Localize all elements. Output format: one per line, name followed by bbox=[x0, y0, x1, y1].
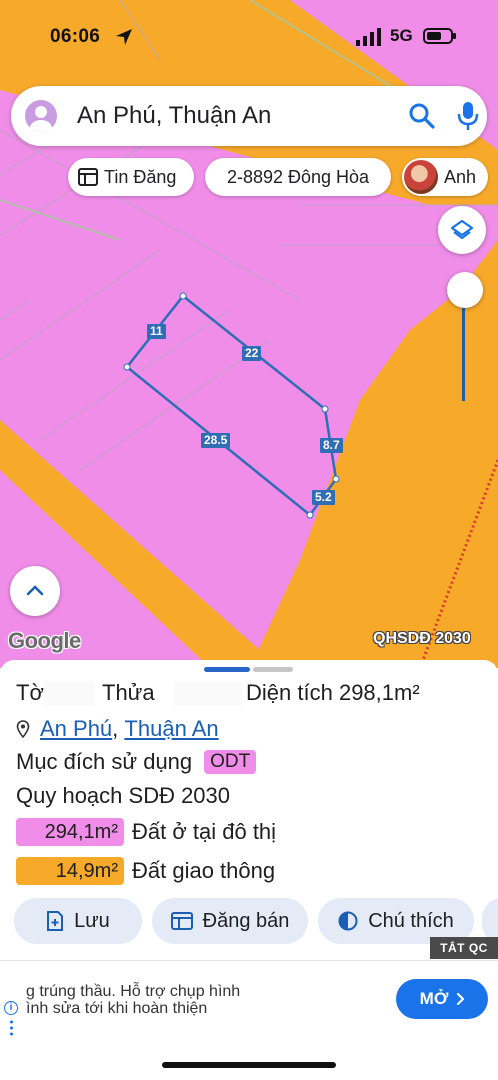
layers-button[interactable] bbox=[438, 206, 486, 254]
plan-item: 294,1m² Đất ở tại đô thị bbox=[16, 818, 276, 846]
ad-menu-icon[interactable] bbox=[10, 1019, 13, 1037]
contrast-icon bbox=[338, 911, 358, 931]
plot-label: Thửa bbox=[102, 680, 155, 705]
search-icon[interactable] bbox=[408, 102, 436, 130]
status-time: 06:06 bbox=[50, 26, 101, 47]
layers-icon bbox=[450, 219, 474, 240]
chevron-up-icon bbox=[26, 585, 44, 596]
bookmark-add-icon bbox=[47, 911, 64, 931]
sheet-page-indicator-active[interactable] bbox=[204, 667, 250, 672]
location-row: An Phú , Thuận An bbox=[16, 716, 219, 742]
dimension-label: 8.7 bbox=[320, 438, 343, 453]
plan-item-label: Đất ở tại đô thị bbox=[132, 819, 277, 844]
plot-number-redacted bbox=[174, 682, 242, 706]
sheet-number-redacted bbox=[44, 682, 94, 706]
map-layer-label: QHSDĐ 2030 bbox=[373, 630, 471, 647]
listings-chip-label: Tin Đăng bbox=[104, 166, 177, 187]
district-link[interactable]: Thuận An bbox=[124, 716, 218, 742]
ward-link[interactable]: An Phú bbox=[40, 716, 112, 742]
opacity-slider-track[interactable] bbox=[462, 295, 465, 401]
listing-icon bbox=[170, 912, 193, 930]
ad-banner[interactable]: i g trúng thầu. Hỗ trợ chụp hình ình sửa… bbox=[0, 960, 498, 1036]
opacity-slider-handle[interactable] bbox=[447, 272, 483, 308]
parcel-chip-label: 2-8892 Đông Hòa bbox=[226, 166, 370, 187]
land-use-row: Mục đích sử dụng ODT bbox=[16, 749, 257, 775]
ad-open-button[interactable]: MỞ bbox=[396, 979, 488, 1019]
post-for-sale-label: Đăng bán bbox=[202, 909, 290, 932]
ad-open-label: MỞ bbox=[419, 989, 449, 1008]
parcel-summary-row: Tờ Thửa Diện tích 298,1m² bbox=[16, 680, 486, 708]
area-label: Diện tích bbox=[246, 680, 333, 705]
network-type: 5G bbox=[390, 26, 413, 45]
ad-info-icon[interactable]: i bbox=[4, 1001, 18, 1015]
search-bar[interactable]: An Phú, Thuận An bbox=[11, 86, 487, 146]
dimension-label: 22 bbox=[242, 346, 262, 361]
legend-button-label: Chú thích bbox=[368, 909, 454, 932]
listings-chip[interactable]: Tin Đăng bbox=[68, 158, 194, 196]
listing-icon bbox=[78, 168, 98, 186]
hide-ads-button[interactable]: TẮT QC bbox=[430, 937, 498, 959]
save-button[interactable]: Lưu bbox=[14, 898, 142, 944]
plan-item-label: Đất giao thông bbox=[132, 858, 276, 883]
location-separator: , bbox=[112, 716, 119, 741]
ad-text-line-2: ình sửa tới khi hoàn thiện bbox=[26, 1000, 208, 1017]
ad-text-line-1: g trúng thầu. Hỗ trợ chụp hình bbox=[26, 983, 241, 1000]
save-button-label: Lưu bbox=[74, 909, 110, 932]
chevron-right-icon bbox=[457, 993, 465, 1005]
dimension-label: 11 bbox=[147, 324, 166, 339]
sheet-label: Tờ bbox=[16, 680, 44, 705]
user-chip-label: Anh bbox=[444, 166, 477, 187]
account-avatar-icon[interactable] bbox=[25, 100, 57, 132]
expand-sheet-button[interactable] bbox=[10, 566, 60, 616]
google-logo: Google bbox=[8, 628, 81, 653]
search-input[interactable]: An Phú, Thuận An bbox=[77, 102, 271, 130]
land-use-code-badge: ODT bbox=[204, 750, 257, 774]
location-pin-icon bbox=[16, 720, 30, 738]
plan-title: Quy hoạch SDĐ 2030 bbox=[16, 783, 231, 808]
plan-item-area: 14,9m² bbox=[16, 857, 124, 885]
map-view[interactable]: 11 22 28.5 8.7 5.2 06:06 5G An Phú, Thuậ… bbox=[0, 0, 498, 668]
land-use-label: Mục đích sử dụng bbox=[16, 749, 193, 774]
signal-icon bbox=[356, 28, 381, 46]
microphone-icon[interactable] bbox=[456, 100, 480, 132]
home-indicator bbox=[162, 1062, 336, 1068]
parcel-chip[interactable]: 2-8892 Đông Hòa bbox=[205, 158, 391, 196]
plan-item: 14,9m² Đất giao thông bbox=[16, 857, 275, 885]
dimension-label: 5.2 bbox=[312, 490, 335, 505]
sheet-page-indicator[interactable] bbox=[253, 667, 293, 672]
status-bar: 06:06 5G bbox=[0, 22, 498, 54]
post-for-sale-button[interactable]: Đăng bán bbox=[152, 898, 308, 944]
area-value: 298,1m² bbox=[338, 680, 420, 705]
user-avatar bbox=[404, 160, 438, 194]
dimension-label: 28.5 bbox=[201, 433, 231, 448]
plan-item-area: 294,1m² bbox=[16, 818, 124, 846]
battery-icon bbox=[423, 28, 456, 44]
location-arrow-icon bbox=[116, 29, 132, 45]
user-chip[interactable]: Anh bbox=[402, 158, 488, 196]
area-row: Diện tích 298,1m² bbox=[246, 680, 420, 706]
